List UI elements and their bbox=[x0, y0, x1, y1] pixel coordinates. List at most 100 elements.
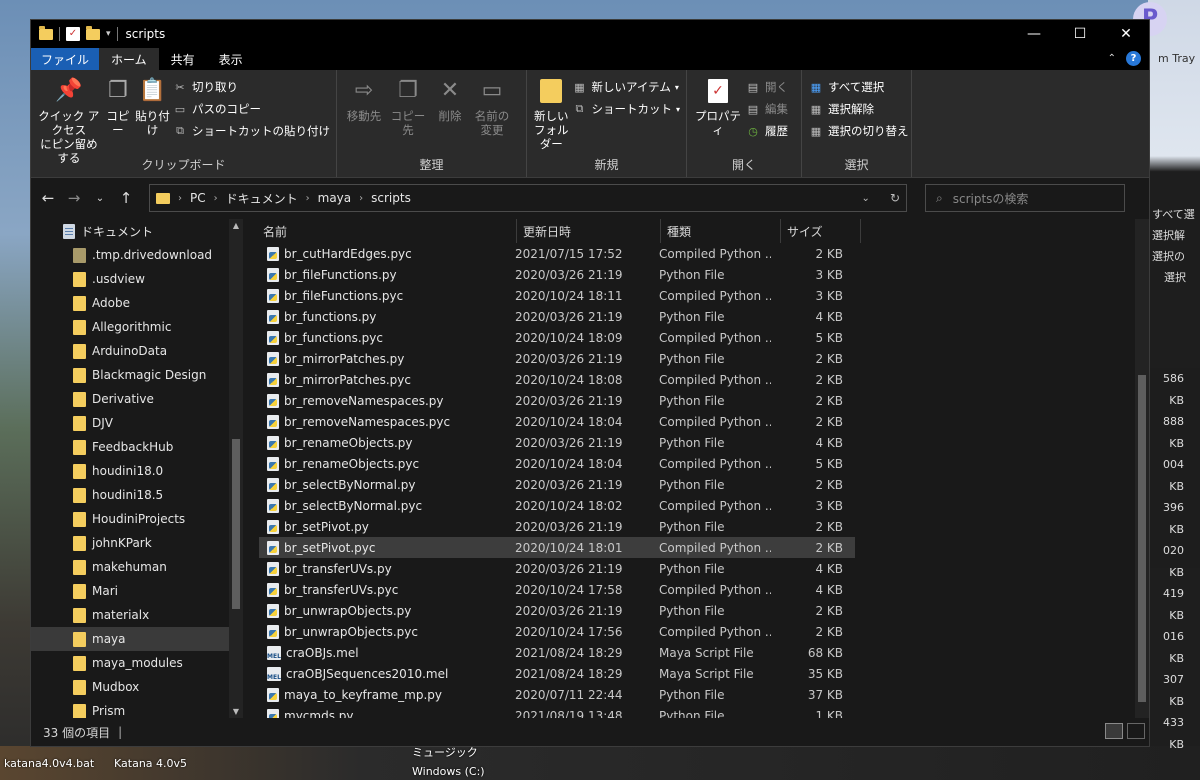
scroll-down-icon[interactable]: ▼ bbox=[229, 705, 243, 719]
breadcrumb-separator-icon[interactable]: › bbox=[214, 193, 218, 204]
nav-folder-item[interactable]: Mudbox bbox=[31, 675, 243, 699]
desktop-icon-label[interactable]: katana4.0v4.bat bbox=[4, 757, 94, 770]
search-input[interactable]: ⌕ scriptsの検索 bbox=[925, 184, 1125, 212]
breadcrumb-separator-icon[interactable]: › bbox=[178, 193, 182, 204]
nav-folder-item[interactable]: materialx bbox=[31, 603, 243, 627]
file-row[interactable]: br_setPivot.py 2020/03/26 21:19 Python Fil… bbox=[259, 516, 855, 537]
select-none-button[interactable]: ▦ 選択解除 bbox=[808, 100, 909, 118]
chevron-down-icon[interactable]: ▾ bbox=[106, 29, 111, 39]
nav-folder-item[interactable]: maya bbox=[31, 627, 243, 651]
details-view-icon[interactable] bbox=[1105, 723, 1123, 739]
file-row[interactable]: br_unwrapObjects.py 2020/03/26 21:19 Pytho… bbox=[259, 600, 855, 621]
scrollbar-thumb[interactable] bbox=[232, 439, 240, 609]
file-row[interactable]: br_renameObjects.pyc 2020/10/24 18:04 Comp… bbox=[259, 453, 855, 474]
nav-folder-item[interactable]: makehuman bbox=[31, 555, 243, 579]
scroll-up-icon[interactable]: ▲ bbox=[229, 219, 243, 233]
nav-folder-item[interactable]: FeedbackHub bbox=[31, 435, 243, 459]
nav-folder-item[interactable]: .tmp.drivedownload bbox=[31, 243, 243, 267]
breadcrumb-maya[interactable]: maya bbox=[318, 191, 352, 205]
tab-home[interactable]: ホーム bbox=[99, 48, 159, 70]
paste-shortcut-button[interactable]: ⧉ ショートカットの貼り付け bbox=[172, 122, 330, 140]
file-date: 2020/10/24 18:01 bbox=[515, 540, 623, 555]
file-row[interactable]: br_transferUVs.pyc 2020/10/24 17:58 Compil… bbox=[259, 579, 855, 600]
new-item-button[interactable]: ▦ 新しいアイテム ▾ bbox=[571, 78, 680, 96]
column-header-type[interactable]: 種類 bbox=[661, 219, 781, 243]
breadcrumb-separator-icon[interactable]: › bbox=[359, 193, 363, 204]
nav-folder-item[interactable]: HoudiniProjects bbox=[31, 507, 243, 531]
nav-folder-item[interactable]: Derivative bbox=[31, 387, 243, 411]
column-header-size[interactable]: サイズ bbox=[781, 219, 861, 243]
large-icons-view-icon[interactable] bbox=[1127, 723, 1145, 739]
address-bar[interactable]: › PC › ドキュメント › maya › scripts ⌄ ↻ bbox=[149, 184, 907, 212]
address-history-chevron-icon[interactable]: ⌄ bbox=[862, 193, 870, 204]
breadcrumb-scripts[interactable]: scripts bbox=[371, 191, 411, 205]
nav-folder-item[interactable]: Adobe bbox=[31, 291, 243, 315]
file-row[interactable]: MEL craOBJSequences2010.mel 2021/08/24 18:… bbox=[259, 663, 855, 684]
up-arrow-icon[interactable]: ↑ bbox=[117, 189, 135, 207]
file-list-scrollbar[interactable] bbox=[1135, 219, 1149, 719]
back-arrow-icon[interactable]: ← bbox=[39, 189, 57, 207]
nav-folder-item[interactable]: Prism bbox=[31, 699, 243, 719]
tab-share[interactable]: 共有 bbox=[159, 48, 207, 70]
help-icon[interactable]: ? bbox=[1126, 51, 1141, 66]
nav-folder-item[interactable]: Allegorithmic bbox=[31, 315, 243, 339]
file-row[interactable]: maya_to_keyframe_mp.py 2020/07/11 22:44 Py… bbox=[259, 684, 855, 705]
scrollbar-thumb[interactable] bbox=[1138, 375, 1146, 702]
open-button[interactable]: ▤ 開く bbox=[745, 78, 788, 96]
file-row[interactable]: br_renameObjects.py 2020/03/26 21:19 Pytho… bbox=[259, 432, 855, 453]
title-bar[interactable]: ✓ ▾ scripts — ☐ ✕ bbox=[31, 20, 1149, 48]
file-row[interactable]: mycmds.py 2021/08/19 13:48 Python File 1 KB bbox=[259, 705, 855, 719]
breadcrumb-separator-icon[interactable]: › bbox=[306, 193, 310, 204]
invert-selection-button[interactable]: ▦ 選択の切り替え bbox=[808, 122, 909, 140]
cut-button[interactable]: ✂ 切り取り bbox=[172, 78, 330, 96]
desktop-icon-label[interactable]: Katana 4.0v5 bbox=[114, 757, 187, 770]
file-row[interactable]: br_removeNamespaces.py 2020/03/26 21:19 Py… bbox=[259, 390, 855, 411]
properties-qat-icon[interactable]: ✓ bbox=[66, 27, 80, 41]
edit-button[interactable]: ▤ 編集 bbox=[745, 100, 788, 118]
file-row[interactable]: br_transferUVs.py 2020/03/26 21:19 Python … bbox=[259, 558, 855, 579]
file-row[interactable]: br_functions.pyc 2020/10/24 18:09 Compiled… bbox=[259, 327, 855, 348]
breadcrumb-pc[interactable]: PC bbox=[190, 191, 206, 205]
file-row[interactable]: br_setPivot.pyc 2020/10/24 18:01 Compiled … bbox=[259, 537, 855, 558]
column-header-name[interactable]: 名前 bbox=[243, 219, 517, 243]
nav-folder-item[interactable]: houdini18.5 bbox=[31, 483, 243, 507]
select-all-button[interactable]: ▦ すべて選択 bbox=[808, 78, 909, 96]
file-row[interactable]: br_selectByNormal.py 2020/03/26 21:19 Pyth… bbox=[259, 474, 855, 495]
file-row[interactable]: br_removeNamespaces.pyc 2020/10/24 18:04 C… bbox=[259, 411, 855, 432]
recent-locations-chevron-icon[interactable]: ⌄ bbox=[91, 193, 109, 204]
file-row[interactable]: br_selectByNormal.pyc 2020/10/24 18:02 Com… bbox=[259, 495, 855, 516]
file-row[interactable]: br_fileFunctions.pyc 2020/10/24 18:11 Comp… bbox=[259, 285, 855, 306]
tab-view[interactable]: 表示 bbox=[207, 48, 255, 70]
copy-path-button[interactable]: ▭ パスのコピー bbox=[172, 100, 330, 118]
collapse-ribbon-icon[interactable]: ⌃ bbox=[1108, 53, 1116, 64]
nav-folder-item[interactable]: DJV bbox=[31, 411, 243, 435]
nav-folder-item[interactable]: .usdview bbox=[31, 267, 243, 291]
nav-folder-item[interactable]: houdini18.0 bbox=[31, 459, 243, 483]
close-icon[interactable]: ✕ bbox=[1103, 20, 1149, 48]
file-row[interactable]: br_mirrorPatches.py 2020/03/26 21:19 Pytho… bbox=[259, 348, 855, 369]
shortcut-button[interactable]: ⧉ ショートカット ▾ bbox=[571, 100, 680, 118]
nav-scrollbar[interactable]: ▲ ▼ bbox=[229, 219, 243, 719]
nav-folder-item[interactable]: ArduinoData bbox=[31, 339, 243, 363]
tab-file[interactable]: ファイル bbox=[31, 48, 100, 70]
file-row[interactable]: br_cutHardEdges.pyc 2021/07/15 17:52 Compi… bbox=[259, 243, 855, 264]
new-folder-qat-icon[interactable] bbox=[86, 25, 100, 40]
refresh-icon[interactable]: ↻ bbox=[890, 191, 900, 205]
minimize-icon[interactable]: — bbox=[1011, 20, 1057, 48]
file-row[interactable]: br_mirrorPatches.pyc 2020/10/24 18:08 Comp… bbox=[259, 369, 855, 390]
file-row[interactable]: br_functions.py 2020/03/26 21:19 Python Fi… bbox=[259, 306, 855, 327]
forward-arrow-icon[interactable]: → bbox=[65, 189, 83, 207]
maximize-icon[interactable]: ☐ bbox=[1057, 20, 1103, 48]
nav-folder-item[interactable]: maya_modules bbox=[31, 651, 243, 675]
nav-folder-item[interactable]: Blackmagic Design bbox=[31, 363, 243, 387]
nav-item-documents[interactable]: ドキュメント bbox=[31, 219, 243, 243]
breadcrumb-documents[interactable]: ドキュメント bbox=[226, 190, 298, 207]
nav-item-label: Mari bbox=[92, 584, 118, 598]
history-button[interactable]: ◷ 履歴 bbox=[745, 122, 788, 140]
file-row[interactable]: br_unwrapObjects.pyc 2020/10/24 17:56 Comp… bbox=[259, 621, 855, 642]
column-header-date[interactable]: 更新日時 bbox=[517, 219, 661, 243]
nav-folder-item[interactable]: johnKPark bbox=[31, 531, 243, 555]
file-row[interactable]: MEL craOBJs.mel 2021/08/24 18:29 Maya Scrip… bbox=[259, 642, 855, 663]
file-row[interactable]: br_fileFunctions.py 2020/03/26 21:19 Pytho… bbox=[259, 264, 855, 285]
nav-folder-item[interactable]: Mari bbox=[31, 579, 243, 603]
